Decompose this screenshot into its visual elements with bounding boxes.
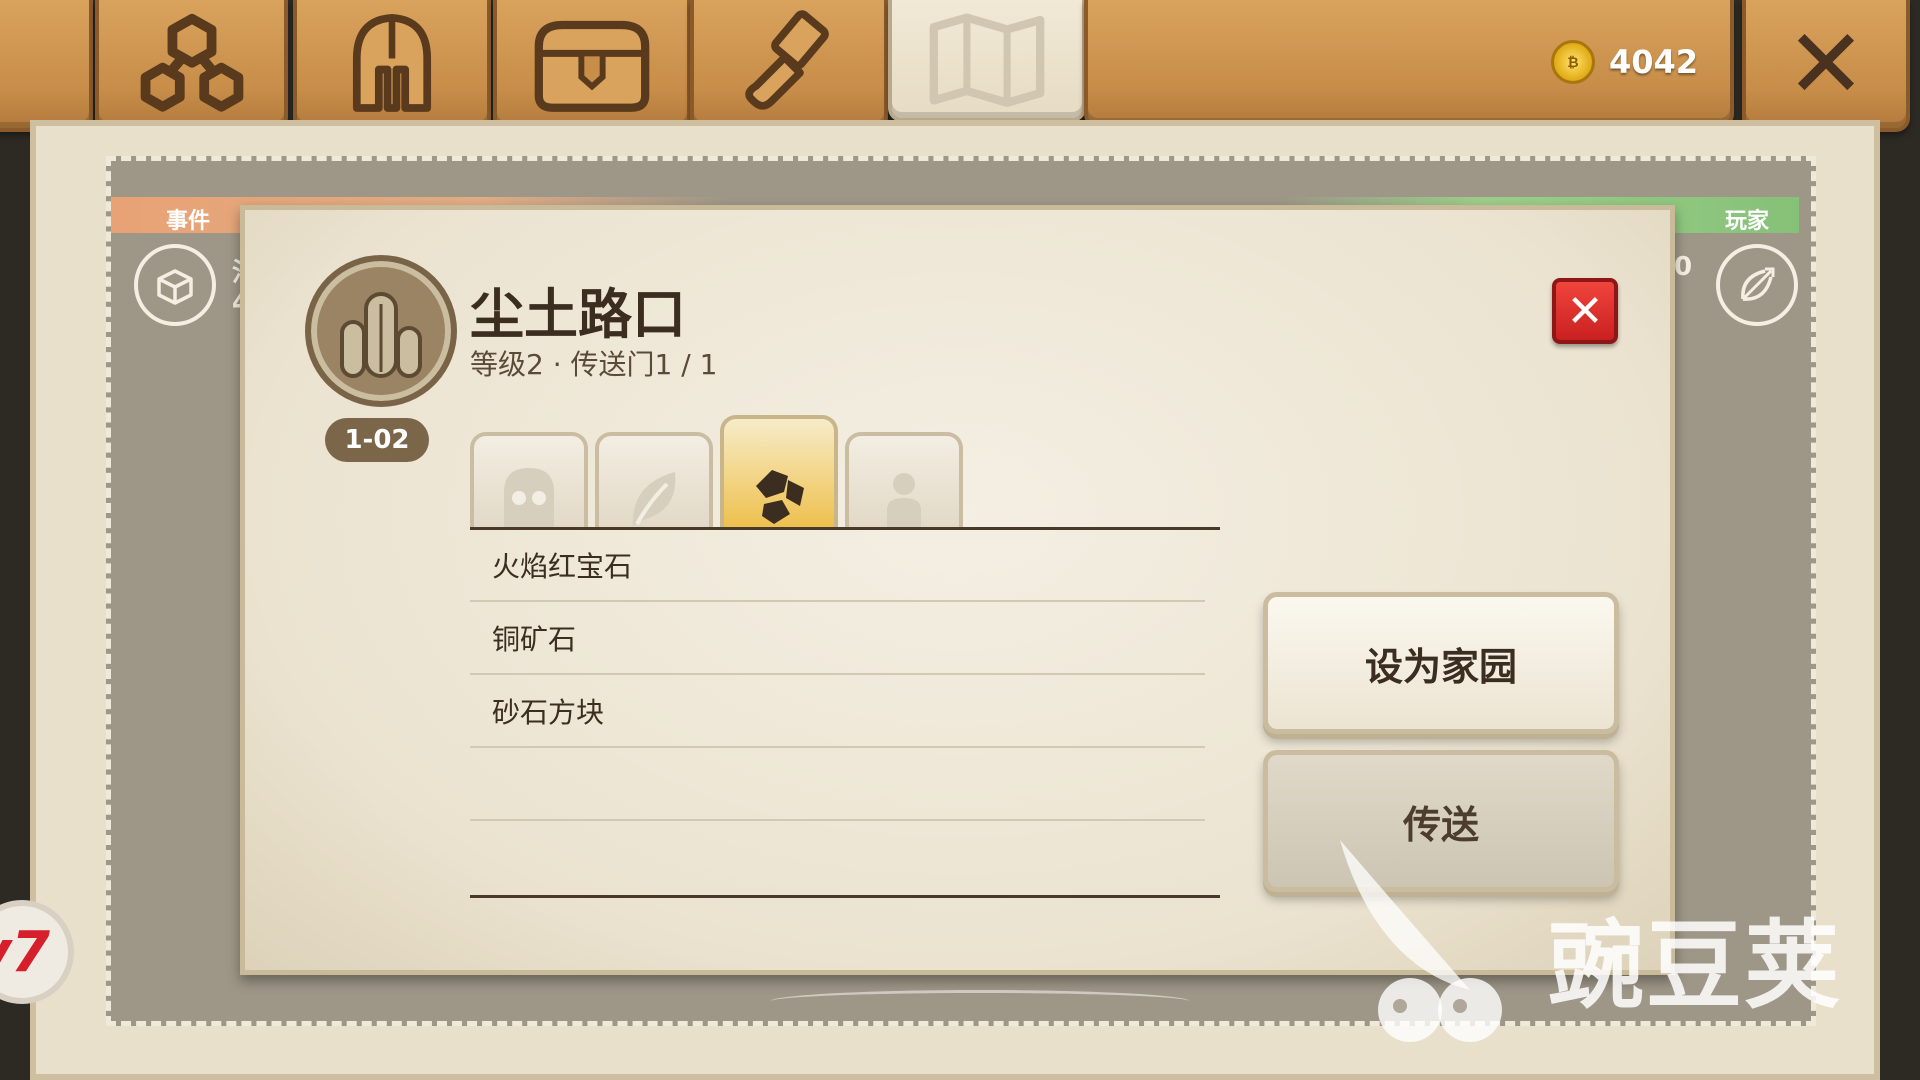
tab-helmet[interactable] — [293, 0, 491, 132]
watermark-pea-logo — [1340, 840, 1502, 1042]
watermark-text: 豌豆荚 — [1548, 910, 1842, 1022]
toolbar-left-edge — [0, 0, 93, 132]
bow-icon — [1741, 267, 1775, 301]
map-icon — [929, 13, 1045, 107]
list-item[interactable]: 铜矿石 — [470, 603, 1205, 675]
item-name: 火焰红宝石 — [492, 550, 633, 583]
top-toolbar: ₿ 4042 ✕ — [0, 0, 1920, 135]
leaf-icon — [632, 472, 676, 526]
skull-icon — [504, 468, 554, 528]
item-name: 铜矿石 — [492, 623, 577, 656]
cactus-icon — [340, 292, 422, 378]
chest-outline-icon — [157, 269, 193, 305]
map-bottom-ornament — [770, 990, 1190, 1013]
list-item-empty — [470, 749, 1205, 821]
list-item[interactable]: 火焰红宝石 — [470, 530, 1205, 602]
event-label: 事件 — [166, 209, 211, 234]
tab-map[interactable] — [888, 0, 1086, 122]
close-window-button[interactable]: ✕ — [1742, 0, 1910, 132]
event-chest-button[interactable] — [134, 244, 216, 326]
item-name: 砂石方块 — [492, 696, 605, 729]
coin-count: 4042 — [1608, 43, 1698, 81]
helmet-icon — [352, 13, 432, 112]
close-icon: ✕ — [1566, 285, 1604, 337]
coin-icon: ₿ — [1550, 40, 1595, 84]
tab-chest[interactable] — [493, 0, 691, 132]
close-icon: ✕ — [1785, 8, 1867, 120]
ore-icon — [756, 470, 804, 524]
set-home-label: 设为家园 — [1364, 644, 1517, 689]
level-badge: 1-02 — [325, 418, 429, 462]
tab-ores[interactable] — [720, 415, 838, 528]
set-home-button[interactable]: 设为家园 — [1263, 592, 1619, 734]
hammer-icon — [745, 10, 829, 110]
currency-bar: ₿ 4042 — [1084, 0, 1734, 128]
player-peek-count: 0 — [1674, 252, 1693, 282]
list-item-empty — [470, 822, 1205, 894]
player-label: 玩家 — [1724, 209, 1769, 234]
tab-hierarchy[interactable] — [95, 0, 288, 132]
tab-plants[interactable] — [595, 432, 713, 528]
person-icon — [887, 473, 921, 528]
location-emblem — [305, 255, 457, 407]
hierarchy-icon — [140, 13, 243, 112]
tab-npcs[interactable] — [845, 432, 963, 528]
list-bottom-divider — [470, 895, 1220, 898]
y7-logo-text: y7 — [0, 919, 50, 985]
location-title: 尘土路口 — [470, 283, 686, 346]
chest-icon — [534, 20, 650, 112]
player-pvp-button[interactable] — [1716, 244, 1798, 326]
list-item[interactable]: 砂石方块 — [470, 676, 1205, 748]
tab-monsters[interactable] — [470, 432, 588, 528]
location-subtitle: 等级2 · 传送门1 / 1 — [470, 348, 718, 381]
dialog-close-button[interactable]: ✕ — [1552, 278, 1618, 344]
tab-hammer[interactable] — [690, 0, 888, 132]
